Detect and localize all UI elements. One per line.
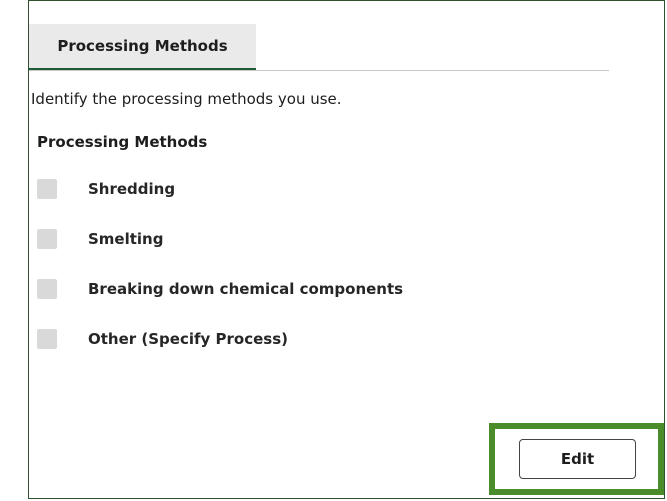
option-label: Breaking down chemical components [88, 280, 404, 298]
option-label: Smelting [88, 230, 164, 248]
tab-strip: Processing Methods [29, 24, 609, 71]
checkbox-shredding[interactable] [37, 179, 57, 199]
edit-button[interactable]: Edit [519, 439, 636, 479]
instructions-text: Identify the processing methods you use. [31, 90, 342, 108]
option-shredding[interactable]: Shredding [37, 179, 175, 199]
checkbox-breaking-down-chemical-components[interactable] [37, 279, 57, 299]
tab-processing-methods[interactable]: Processing Methods [29, 24, 256, 70]
checkbox-other-specify-process[interactable] [37, 329, 57, 349]
option-label: Other (Specify Process) [88, 330, 288, 348]
option-breaking-down-chemical-components[interactable]: Breaking down chemical components [37, 279, 403, 299]
option-other-specify-process[interactable]: Other (Specify Process) [37, 329, 288, 349]
option-smelting[interactable]: Smelting [37, 229, 163, 249]
section-title: Processing Methods [37, 133, 208, 151]
option-label: Shredding [88, 180, 176, 198]
checkbox-smelting[interactable] [37, 229, 57, 249]
